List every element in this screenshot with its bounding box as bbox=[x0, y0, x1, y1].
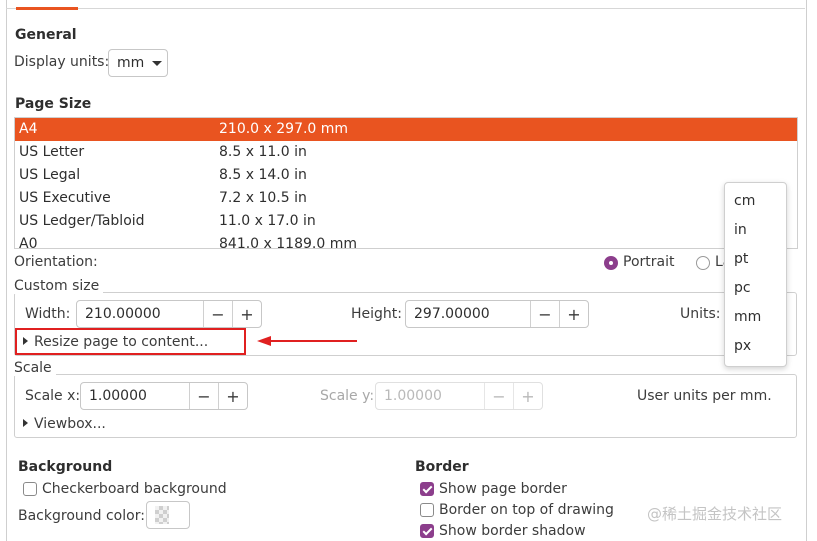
units-label: Units: bbox=[680, 306, 721, 322]
width-increment-button[interactable]: + bbox=[232, 301, 261, 327]
viewbox-expander[interactable]: Viewbox... bbox=[23, 416, 106, 432]
dialog-frame bbox=[6, 0, 807, 541]
background-color-label: Background color: bbox=[18, 508, 145, 524]
tab-strip-divider bbox=[6, 8, 805, 9]
scale-title: Scale bbox=[14, 360, 56, 376]
viewbox-label: Viewbox... bbox=[34, 416, 106, 432]
page-size-dimensions: 841.0 x 1189.0 mm bbox=[219, 236, 357, 249]
height-label: Height: bbox=[351, 306, 402, 322]
scale-x-spinbutton[interactable]: 1.00000 − + bbox=[80, 382, 248, 410]
units-option-pt[interactable]: pt bbox=[734, 251, 748, 267]
width-label: Width: bbox=[25, 306, 71, 322]
page-size-row-a0[interactable]: A0 841.0 x 1189.0 mm bbox=[15, 233, 797, 249]
units-option-pc[interactable]: pc bbox=[734, 280, 751, 296]
portrait-radio[interactable] bbox=[604, 256, 618, 270]
page-size-name: US Ledger/Tabloid bbox=[19, 213, 145, 229]
expander-arrow-icon bbox=[23, 419, 28, 427]
display-units-label: Display units: bbox=[14, 54, 110, 70]
units-popup-menu[interactable]: cm in pt pc mm px bbox=[724, 182, 787, 367]
annotation-arrow-icon bbox=[257, 336, 357, 346]
page-size-row-a4[interactable]: A4 210.0 x 297.0 mm bbox=[15, 118, 797, 141]
color-swatch-preview bbox=[155, 506, 169, 524]
user-units-text: User units per mm. bbox=[637, 388, 772, 404]
page-size-row-us-letter[interactable]: US Letter 8.5 x 11.0 in bbox=[15, 141, 797, 164]
checkerboard-checkbox[interactable] bbox=[23, 482, 37, 496]
page-size-dimensions: 11.0 x 17.0 in bbox=[219, 213, 316, 229]
height-decrement-button[interactable]: − bbox=[530, 301, 559, 327]
show-border-shadow-label[interactable]: Show border shadow bbox=[439, 523, 586, 539]
page-size-list[interactable]: A4 210.0 x 297.0 mm US Letter 8.5 x 11.0… bbox=[14, 117, 798, 249]
show-page-border-checkbox[interactable] bbox=[420, 482, 434, 496]
height-input[interactable]: 297.00000 bbox=[406, 301, 530, 327]
units-option-cm[interactable]: cm bbox=[734, 193, 755, 209]
scale-x-label: Scale x: bbox=[25, 388, 81, 404]
highlight-box bbox=[15, 328, 246, 355]
page-size-name: US Letter bbox=[19, 144, 85, 160]
border-section-title: Border bbox=[415, 459, 469, 475]
height-increment-button[interactable]: + bbox=[559, 301, 588, 327]
page-size-row-us-legal[interactable]: US Legal 8.5 x 14.0 in bbox=[15, 164, 797, 187]
page-size-name: A4 bbox=[19, 121, 38, 137]
portrait-label[interactable]: Portrait bbox=[623, 254, 674, 270]
show-border-shadow-checkbox[interactable] bbox=[420, 524, 434, 538]
scale-x-decrement-button[interactable]: − bbox=[189, 383, 218, 409]
width-input[interactable]: 210.00000 bbox=[77, 301, 203, 327]
page-size-row-us-executive[interactable]: US Executive 7.2 x 10.5 in bbox=[15, 187, 797, 210]
scale-y-increment-button: + bbox=[513, 383, 542, 409]
page-size-dimensions: 7.2 x 10.5 in bbox=[219, 190, 307, 206]
custom-size-title: Custom size bbox=[14, 278, 104, 294]
background-color-button[interactable] bbox=[146, 501, 190, 529]
page-size-dimensions: 210.0 x 297.0 mm bbox=[219, 121, 349, 137]
page-size-row-us-ledger[interactable]: US Ledger/Tabloid 11.0 x 17.0 in bbox=[15, 210, 797, 233]
units-option-mm[interactable]: mm bbox=[734, 309, 761, 325]
border-on-top-checkbox[interactable] bbox=[420, 503, 434, 517]
page-size-dimensions: 8.5 x 11.0 in bbox=[219, 144, 307, 160]
scale-y-input: 1.00000 bbox=[384, 388, 442, 404]
page-size-name: A0 bbox=[19, 236, 38, 249]
display-units-value: mm bbox=[117, 55, 145, 71]
scale-x-input[interactable]: 1.00000 bbox=[81, 383, 189, 409]
general-section-title: General bbox=[15, 27, 77, 43]
show-page-border-label[interactable]: Show page border bbox=[439, 481, 567, 497]
scale-y-spinbutton: 1.00000 − + bbox=[375, 382, 543, 410]
width-decrement-button[interactable]: − bbox=[203, 301, 232, 327]
units-option-in[interactable]: in bbox=[734, 222, 747, 238]
border-on-top-label[interactable]: Border on top of drawing bbox=[439, 502, 614, 518]
scale-y-label: Scale y: bbox=[320, 388, 375, 404]
active-tab-indicator bbox=[16, 7, 78, 10]
chevron-down-icon bbox=[152, 60, 163, 66]
height-spinbutton[interactable]: 297.00000 − + bbox=[405, 300, 589, 328]
background-section-title: Background bbox=[18, 459, 113, 475]
page-size-name: US Legal bbox=[19, 167, 81, 183]
width-spinbutton[interactable]: 210.00000 − + bbox=[76, 300, 262, 328]
units-option-px[interactable]: px bbox=[734, 338, 751, 354]
page-size-dimensions: 8.5 x 14.0 in bbox=[219, 167, 307, 183]
scale-x-increment-button[interactable]: + bbox=[218, 383, 247, 409]
scale-y-decrement-button: − bbox=[484, 383, 513, 409]
watermark: @稀土掘金技术社区 bbox=[647, 505, 783, 523]
page-size-name: US Executive bbox=[19, 190, 111, 206]
checkerboard-label[interactable]: Checkerboard background bbox=[42, 481, 227, 497]
page-size-section-title: Page Size bbox=[15, 96, 92, 112]
orientation-label: Orientation: bbox=[14, 254, 98, 270]
display-units-dropdown[interactable]: mm bbox=[108, 49, 168, 77]
landscape-radio[interactable] bbox=[696, 256, 710, 270]
